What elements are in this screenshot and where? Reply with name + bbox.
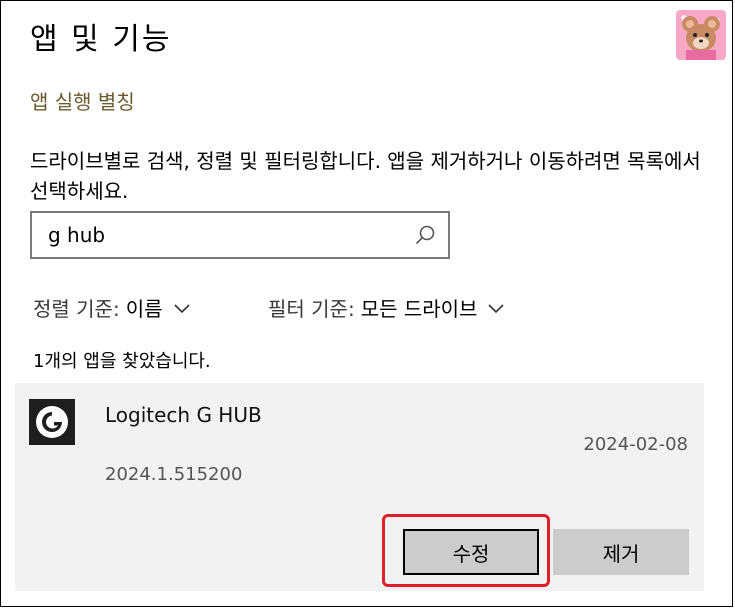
app-list-item[interactable]: Logitech G HUB 2024-02-08 2024.1.515200 …: [15, 383, 704, 591]
app-version: 2024.1.515200: [105, 464, 243, 485]
search-icon[interactable]: [414, 224, 436, 246]
filter-value: 모든 드라이브: [360, 297, 478, 321]
sort-dropdown[interactable]: 정렬 기준: 이름: [33, 293, 191, 322]
sort-value: 이름: [125, 297, 163, 321]
search-box[interactable]: [30, 211, 450, 259]
chevron-down-icon: [173, 303, 190, 313]
sort-label: 정렬 기준:: [33, 297, 120, 321]
search-input[interactable]: [48, 221, 408, 249]
uninstall-button[interactable]: 제거: [553, 529, 689, 575]
chevron-down-icon: [488, 303, 505, 313]
modify-button[interactable]: 수정: [403, 529, 539, 575]
section-title-app-aliases[interactable]: 앱 실행 별칭: [30, 86, 135, 115]
page-title: 앱 및 기능: [30, 22, 172, 57]
bear-avatar-icon[interactable]: [676, 10, 726, 60]
filter-label: 필터 기준:: [268, 297, 355, 321]
section-description: 드라이브별로 검색, 정렬 및 필터링합니다. 앱을 제거하거나 이동하려면 목…: [30, 149, 701, 203]
app-install-date: 2024-02-08: [583, 434, 688, 455]
result-count: 1개의 앱을 찾았습니다.: [33, 351, 211, 372]
app-name: Logitech G HUB: [105, 403, 262, 427]
filter-dropdown[interactable]: 필터 기준: 모든 드라이브: [268, 293, 505, 322]
logitech-g-icon: [29, 399, 75, 445]
